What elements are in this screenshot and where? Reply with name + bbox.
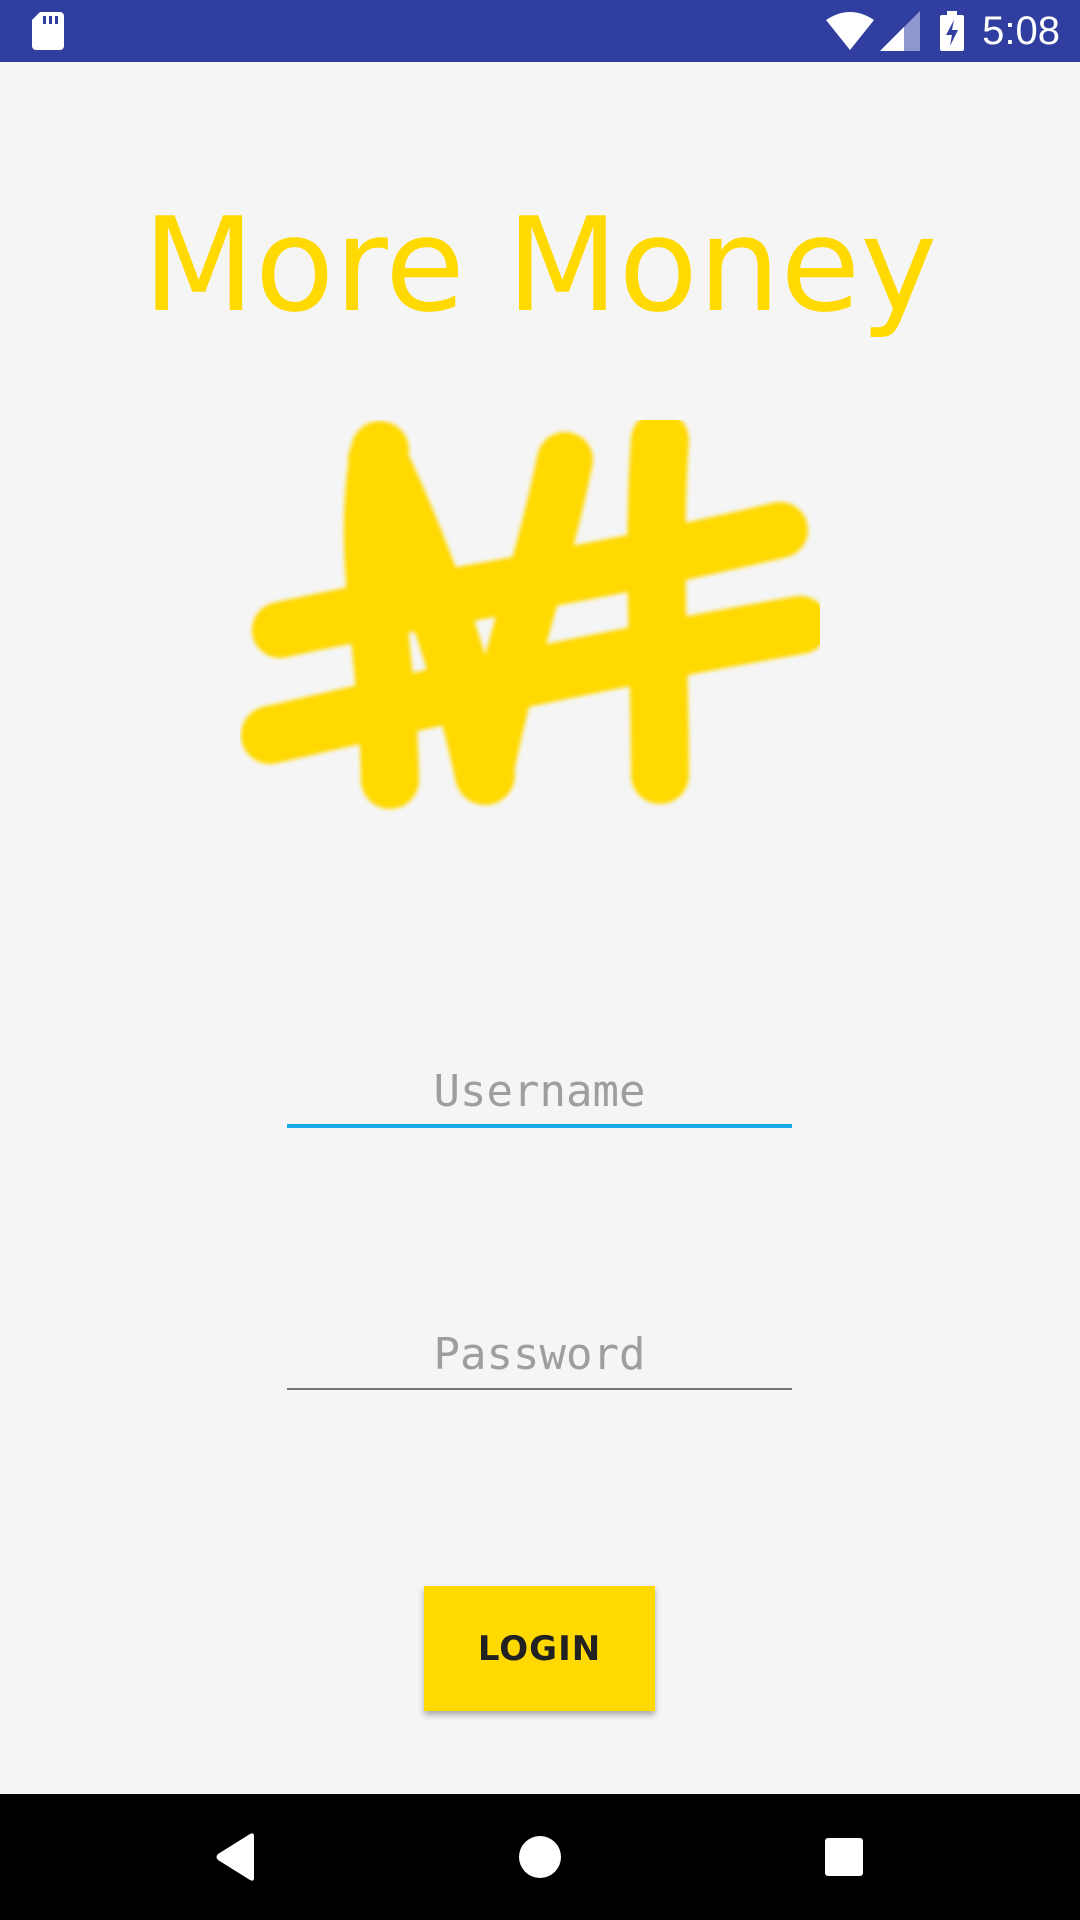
- login-button[interactable]: LOGIN: [424, 1586, 655, 1711]
- home-icon: [519, 1836, 561, 1878]
- password-input[interactable]: [287, 1320, 792, 1388]
- back-button[interactable]: [166, 1794, 306, 1920]
- username-field[interactable]: [287, 1058, 792, 1128]
- battery-charging-icon: [940, 11, 965, 51]
- home-button[interactable]: [470, 1794, 610, 1920]
- recents-icon: [825, 1838, 863, 1876]
- signal-icon: [880, 11, 921, 51]
- recents-button[interactable]: [774, 1794, 914, 1920]
- username-input[interactable]: [287, 1058, 792, 1124]
- status-bar: 5:08: [0, 0, 1080, 62]
- password-field[interactable]: [287, 1320, 792, 1390]
- naira-currency-icon: [240, 411, 829, 820]
- status-time: 5:08: [982, 8, 1060, 53]
- navigation-bar: [0, 1794, 1080, 1920]
- app-title: More Money: [142, 189, 938, 341]
- wifi-icon: [826, 12, 875, 50]
- back-icon: [216, 1833, 254, 1881]
- sd-card-icon: [32, 12, 64, 55]
